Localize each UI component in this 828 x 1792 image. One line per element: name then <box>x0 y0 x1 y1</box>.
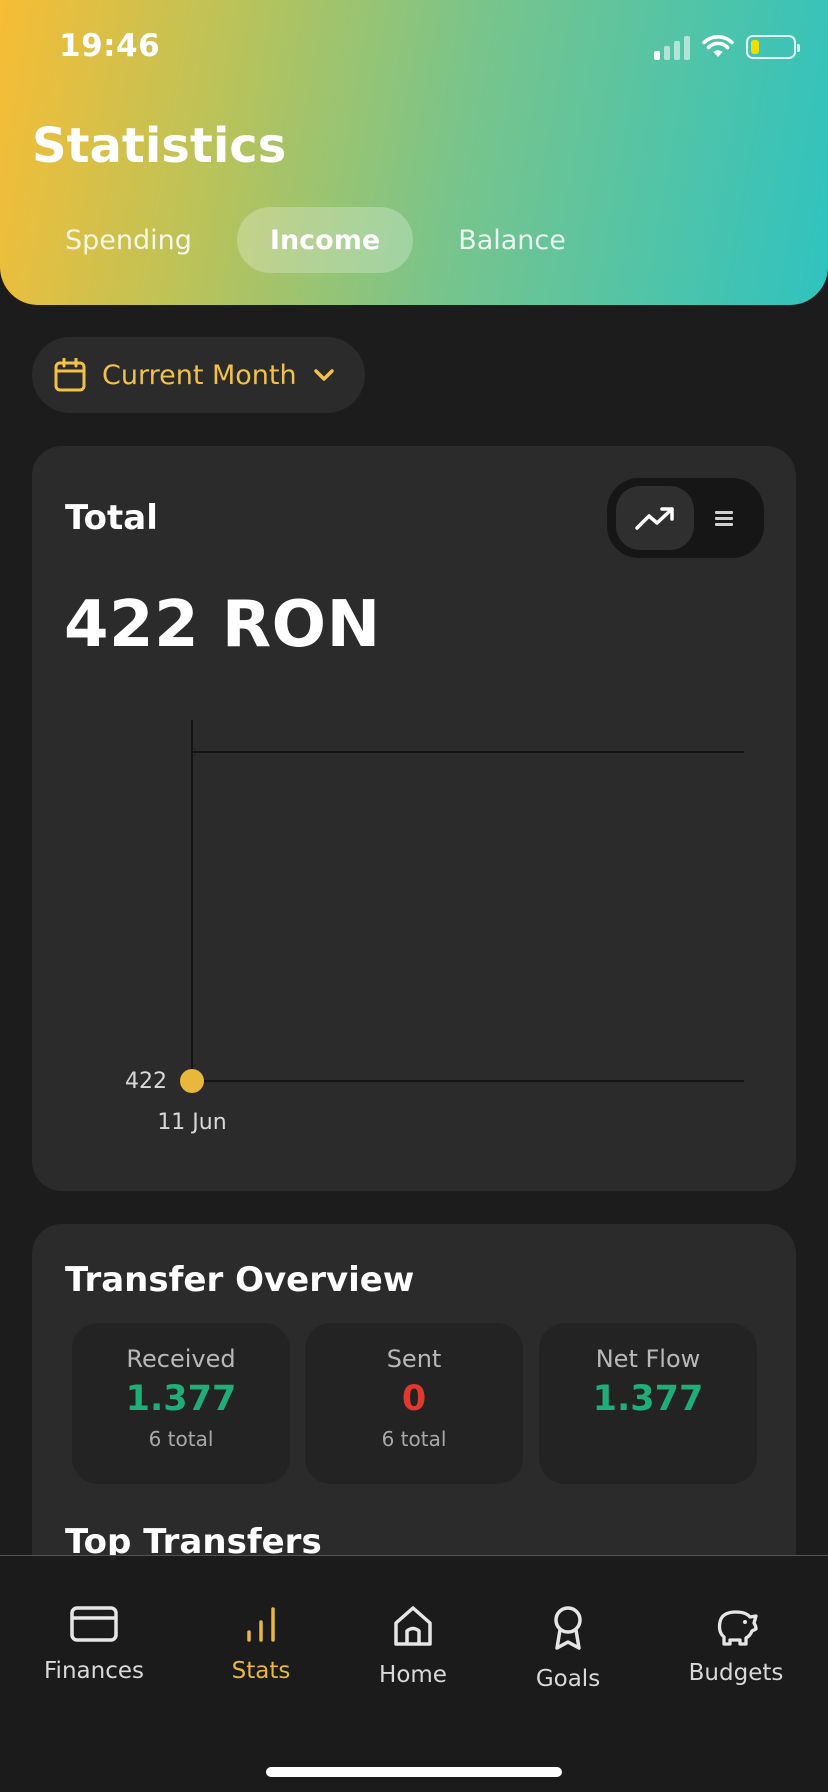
award-icon <box>554 1606 582 1650</box>
stat-label: Sent <box>386 1345 442 1373</box>
nav-label: Stats <box>231 1658 291 1684</box>
income-line-chart: 422 11 Jun <box>125 720 744 1135</box>
stat-label: Received <box>126 1345 236 1373</box>
stats-tabs: Spending Income Balance <box>32 207 599 273</box>
bar-chart-icon <box>247 1607 275 1642</box>
card-icon <box>70 1606 118 1642</box>
stat-sub: 6 total <box>148 1427 214 1451</box>
nav-label: Goals <box>535 1666 601 1692</box>
piggy-bank-icon <box>717 1610 758 1646</box>
page-title: Statistics <box>32 118 287 174</box>
nav-stats[interactable]: Stats <box>186 1604 336 1684</box>
tab-income[interactable]: Income <box>236 207 414 273</box>
status-icons <box>654 34 800 60</box>
bottom-tab-bar: Finances Stats Home Goals Budgets <box>0 1555 828 1792</box>
stat-value: 1.377 <box>592 1379 704 1419</box>
y-tick-label: 422 <box>125 1069 167 1094</box>
nav-budgets[interactable]: Budgets <box>661 1604 811 1686</box>
period-label: Current Month <box>102 359 297 391</box>
home-indicator <box>266 1767 562 1777</box>
nav-finances[interactable]: Finances <box>19 1604 169 1684</box>
stat-label: Net Flow <box>595 1345 701 1373</box>
nav-label: Budgets <box>688 1660 784 1686</box>
header: 19:46 Statistics Spending Income Balance <box>0 0 828 305</box>
stat-value: 1.377 <box>125 1379 237 1419</box>
nav-label: Home <box>379 1662 447 1688</box>
cellular-signal-icon <box>654 34 690 60</box>
nav-goals[interactable]: Goals <box>493 1604 643 1692</box>
tab-spending[interactable]: Spending <box>32 207 225 273</box>
sent-stat: Sent 0 6 total <box>305 1323 523 1484</box>
period-selector[interactable]: Current Month <box>32 337 365 413</box>
received-stat: Received 1.377 6 total <box>72 1323 290 1484</box>
data-point <box>180 1069 204 1093</box>
nav-home[interactable]: Home <box>338 1604 488 1688</box>
status-time: 19:46 <box>59 28 161 64</box>
stat-sub: 6 total <box>381 1427 447 1451</box>
transfer-overview-title: Transfer Overview <box>65 1260 415 1300</box>
battery-icon <box>746 35 800 59</box>
wifi-icon <box>702 35 734 57</box>
chevron-down-icon <box>313 369 334 381</box>
stat-value: 0 <box>401 1379 427 1419</box>
x-tick-label: 11 Jun <box>157 1110 226 1135</box>
home-icon <box>394 1606 432 1646</box>
nav-label: Finances <box>44 1658 144 1684</box>
calendar-icon <box>54 358 86 392</box>
tab-balance[interactable]: Balance <box>425 207 599 273</box>
total-card: Total 422 RON 422 11 Jun <box>32 446 796 1191</box>
net-flow-stat: Net Flow 1.377 <box>539 1323 757 1484</box>
